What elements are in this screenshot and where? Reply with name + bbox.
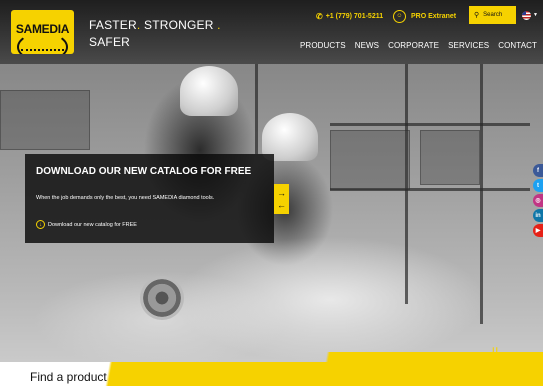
search-icon: ⚲ (474, 12, 480, 19)
arrow-right-icon[interactable]: → (277, 187, 286, 199)
user-icon: ☺ (393, 9, 406, 23)
nav-item-contact[interactable]: CONTACT (498, 41, 537, 55)
search-button[interactable]: ⚲ Search (469, 6, 516, 24)
language-selector[interactable]: ▼ (522, 10, 540, 20)
pro-extranet-label: PRO Extranet (411, 12, 457, 20)
nav-item-news[interactable]: NEWS (355, 41, 379, 55)
pro-extranet-link[interactable]: ☺ PRO Extranet (393, 7, 456, 25)
site-header: SAMEDIA FASTER. STRONGER . SAFER ✆ +1 (7… (0, 0, 543, 64)
us-flag-icon (522, 10, 531, 20)
social-bar: f t ◎ in ▶ (533, 164, 543, 237)
catalog-panel: DOWNLOAD OUR NEW CATALOG FOR FREE When t… (25, 154, 274, 243)
wall-block (420, 130, 480, 185)
twitter-icon[interactable]: t (533, 179, 543, 192)
tagline-word: FASTER (89, 18, 137, 32)
scaffold-pole (255, 64, 258, 154)
tagline-word: STRONGER (143, 18, 214, 32)
search-label: Search (483, 12, 503, 18)
logo-dots (21, 47, 64, 51)
worker-helmet (180, 66, 238, 116)
arrow-left-icon[interactable]: ← (277, 199, 286, 211)
download-icon: ↓ (36, 220, 45, 229)
nav-item-products[interactable]: PRODUCTS (300, 41, 346, 55)
angle-grinder (140, 276, 184, 320)
samedia-logo[interactable]: SAMEDIA (11, 10, 74, 54)
find-product-label: Find a product (30, 370, 107, 384)
phone-link[interactable]: ✆ +1 (779) 701-5211 (316, 7, 383, 25)
facebook-icon[interactable]: f (533, 164, 543, 177)
catalog-title: DOWNLOAD OUR NEW CATALOG FOR FREE (36, 166, 252, 177)
tagline: FASTER. STRONGER . SAFER (89, 18, 221, 49)
nav-item-corporate[interactable]: CORPORATE (388, 41, 439, 55)
youtube-icon[interactable]: ▶ (533, 224, 543, 237)
linkedin-icon[interactable]: in (533, 209, 543, 222)
phone-icon: ✆ (316, 11, 323, 21)
instagram-icon[interactable]: ◎ (533, 194, 543, 207)
tagline-word: SAFER (89, 35, 131, 49)
catalog-text: When the job demands only the best, you … (36, 195, 215, 201)
find-product-bar[interactable]: Find a product (0, 362, 543, 386)
scaffold-bar (330, 123, 530, 126)
scaffold-pole (480, 64, 483, 324)
download-catalog-label: Download our new catalog for FREE (48, 221, 137, 228)
wall-block (0, 90, 90, 150)
wall-block (330, 130, 410, 190)
phone-number: +1 (779) 701-5211 (325, 12, 384, 20)
main-nav: PRODUCTS NEWS CORPORATE SERVICES CONTACT (300, 41, 537, 55)
nav-item-services[interactable]: SERVICES (448, 41, 489, 55)
slider-arrows: → ← (274, 184, 289, 214)
download-catalog-link[interactable]: ↓ Download our new catalog for FREE (36, 220, 137, 229)
chevron-down-icon: ▼ (533, 12, 538, 18)
